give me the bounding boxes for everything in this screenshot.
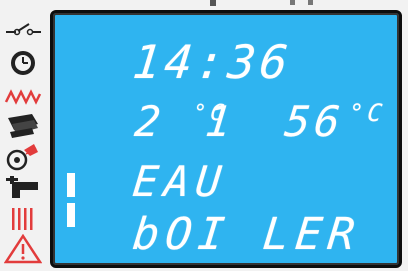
switch-icon [4, 16, 42, 46]
pump-icon [4, 142, 42, 172]
status-icon-strip [0, 10, 46, 268]
temperature-1-unit: °C [191, 101, 229, 126]
radiator-icon [4, 110, 42, 140]
warning-icon [4, 234, 42, 264]
water-tap-icon [4, 172, 42, 202]
device-top-edge [180, 0, 360, 8]
temperature-2-readout: 56 [282, 97, 347, 146]
segment-marker [67, 173, 75, 197]
time-readout: 14:36 [130, 35, 295, 89]
heater-bars-icon [4, 204, 42, 234]
temperature-2-unit: °C [347, 99, 388, 127]
boiler-label: bOI LER [130, 209, 364, 260]
clock-icon [4, 48, 42, 78]
mode-readout: EAU [130, 157, 230, 206]
lcd-display: 14:36 2 1 °C 56 °C EAU bOI LER [50, 10, 402, 268]
segment-marker [67, 203, 75, 227]
heating-zigzag-icon [4, 80, 42, 110]
